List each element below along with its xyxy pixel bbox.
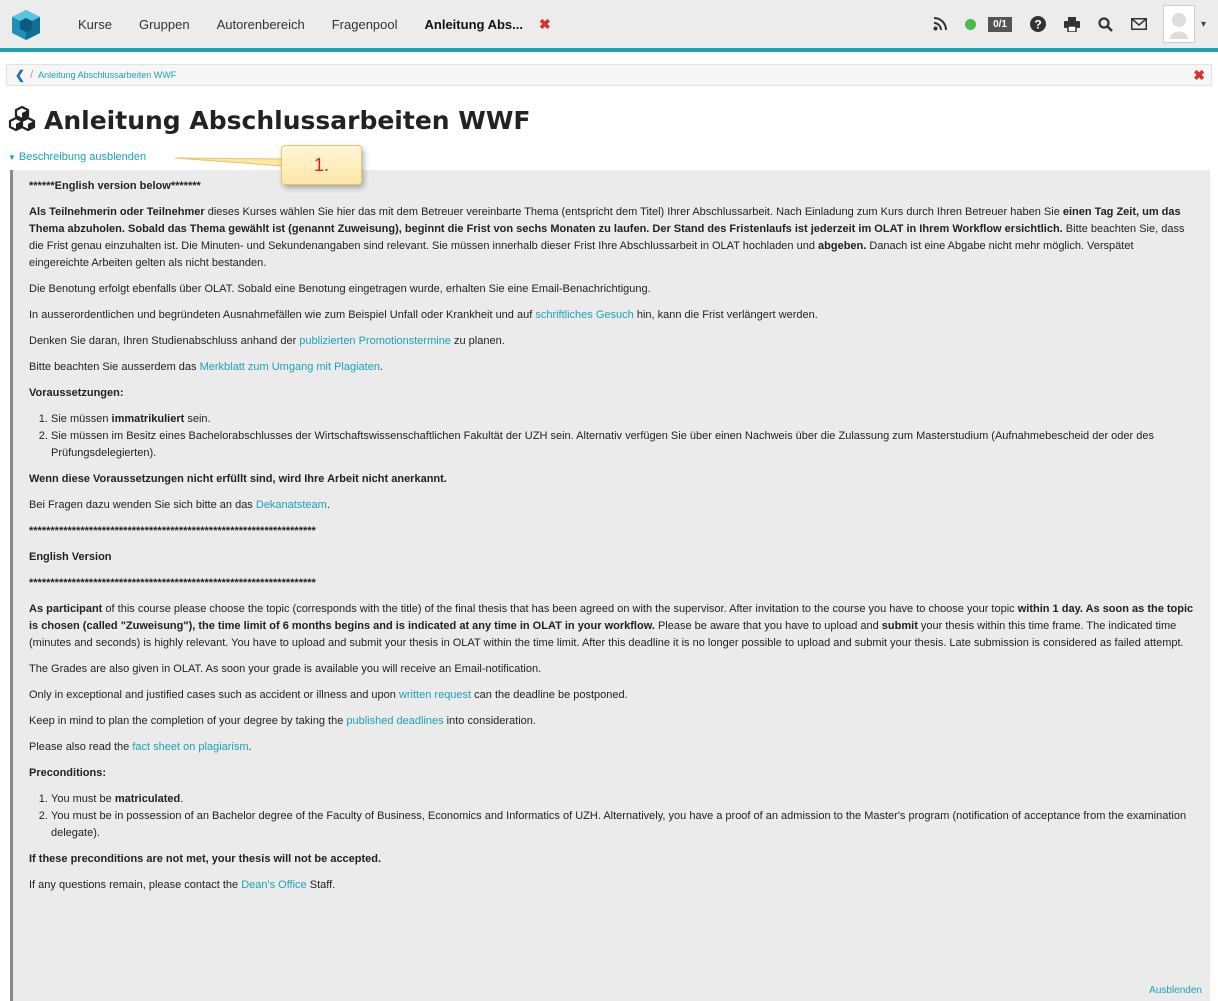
top-navigation-bar: Kurse Gruppen Autorenbereich Fragenpool …	[0, 0, 1218, 52]
online-status-icon[interactable]	[965, 18, 977, 30]
en-paragraph-4: Keep in mind to plan the completion of y…	[29, 715, 536, 727]
en-preconditions-heading: Preconditions:	[29, 767, 107, 779]
toolbar: 0/1 ? ▾	[915, 0, 1206, 48]
rss-icon[interactable]	[933, 17, 948, 31]
de-paragraph-4: Denken Sie daran, Ihren Studienabschluss…	[29, 335, 505, 347]
separator-stars: ****************************************…	[29, 525, 316, 537]
search-icon[interactable]	[1098, 16, 1113, 32]
en-paragraph-2: The Grades are also given in OLAT. As so…	[29, 663, 542, 675]
en-paragraph-3: Only in exceptional and justified cases …	[29, 689, 628, 701]
nav-item-kurse[interactable]: Kurse	[78, 17, 112, 32]
user-avatar[interactable]	[1162, 5, 1195, 43]
nav-item-gruppen[interactable]: Gruppen	[139, 17, 190, 32]
counter-badge[interactable]: 0/1	[988, 16, 1012, 32]
en-heading: English Version	[29, 551, 112, 563]
close-tab-icon[interactable]: ✖	[539, 16, 551, 33]
en-paragraph-1: As participant of this course please cho…	[29, 603, 1194, 649]
back-icon[interactable]: ❮	[15, 68, 25, 82]
de-preconditions-heading: Voraussetzungen:	[29, 387, 124, 399]
breadcrumb-separator: /	[30, 69, 34, 81]
print-icon[interactable]	[1063, 16, 1080, 32]
en-paragraph-5: Please also read the fact sheet on plagi…	[29, 741, 252, 753]
toggle-label: Beschreibung ausblenden	[18, 151, 147, 163]
en-warning: If these preconditions are not met, your…	[29, 853, 382, 865]
separator-stars: ****************************************…	[29, 577, 316, 589]
chevron-down-icon[interactable]: ▾	[1201, 19, 1206, 30]
page-title: Anleitung Abschlussarbeiten WWF	[44, 106, 531, 135]
triangle-down-icon: ▼	[8, 153, 16, 162]
list-item: Sie müssen im Besitz eines Bachelorabsch…	[51, 428, 1196, 462]
link-merkblatt-plagiate[interactable]: Merkblatt zum Umgang mit Plagiaten	[200, 361, 380, 373]
page-header: Anleitung Abschlussarbeiten WWF	[8, 105, 531, 135]
olat-logo-icon[interactable]	[10, 9, 42, 41]
nav-item-autorenbereich[interactable]: Autorenbereich	[217, 17, 305, 32]
cubes-icon	[8, 105, 36, 135]
breadcrumb: ❮ / Anleitung Abschlussarbeiten WWF ✖	[6, 64, 1212, 86]
hide-description-toggle[interactable]: ▼ Beschreibung ausblenden	[8, 151, 146, 163]
nav-item-fragenpool[interactable]: Fragenpool	[332, 17, 398, 32]
link-deans-office[interactable]: Dean's Office	[241, 879, 306, 891]
de-preconditions-list: Sie müssen immatrikuliert sein. Sie müss…	[29, 411, 1196, 462]
callout-marker: 1.	[281, 145, 362, 185]
link-schriftliches-gesuch[interactable]: schriftliches Gesuch	[535, 309, 633, 321]
link-promotionstermine[interactable]: publizierten Promotionstermine	[299, 335, 451, 347]
list-item: Sie müssen immatrikuliert sein.	[51, 411, 1196, 428]
link-fact-sheet-plagiarism[interactable]: fact sheet on plagiarism	[132, 741, 248, 753]
en-contact: If any questions remain, please contact …	[29, 879, 336, 891]
breadcrumb-link[interactable]: Anleitung Abschlussarbeiten WWF	[38, 70, 176, 80]
help-icon[interactable]: ?	[1029, 16, 1046, 32]
close-icon[interactable]: ✖	[1193, 67, 1205, 84]
link-dekanatsteam[interactable]: Dekanatsteam	[256, 499, 327, 511]
nav-tab-active[interactable]: Anleitung Abs...	[425, 17, 523, 32]
description-panel: ******English version below******* Als T…	[10, 170, 1210, 1001]
mail-icon[interactable]	[1130, 18, 1147, 30]
main-nav: Kurse Gruppen Autorenbereich Fragenpool …	[78, 0, 551, 48]
hide-link[interactable]: Ausblenden	[1149, 982, 1202, 999]
de-contact: Bei Fragen dazu wenden Sie sich bitte an…	[29, 499, 330, 511]
english-marker: ******English version below*******	[29, 180, 201, 192]
de-paragraph-5: Bitte beachten Sie ausserdem das Merkbla…	[29, 361, 384, 373]
link-written-request[interactable]: written request	[399, 689, 471, 701]
link-published-deadlines[interactable]: published deadlines	[346, 715, 443, 727]
de-paragraph-3: In ausserordentlichen und begründeten Au…	[29, 309, 818, 321]
en-preconditions-list: You must be matriculated. You must be in…	[29, 791, 1196, 842]
svg-text:?: ?	[1034, 18, 1041, 32]
de-warning: Wenn diese Voraussetzungen nicht erfüllt…	[29, 473, 447, 485]
list-item: You must be matriculated.	[51, 791, 1196, 808]
de-paragraph-1: Als Teilnehmerin oder Teilnehmer dieses …	[29, 206, 1185, 269]
list-item: You must be in possession of an Bachelor…	[51, 808, 1196, 842]
de-paragraph-2: Die Benotung erfolgt ebenfalls über OLAT…	[29, 283, 651, 295]
callout-pointer	[175, 157, 283, 167]
